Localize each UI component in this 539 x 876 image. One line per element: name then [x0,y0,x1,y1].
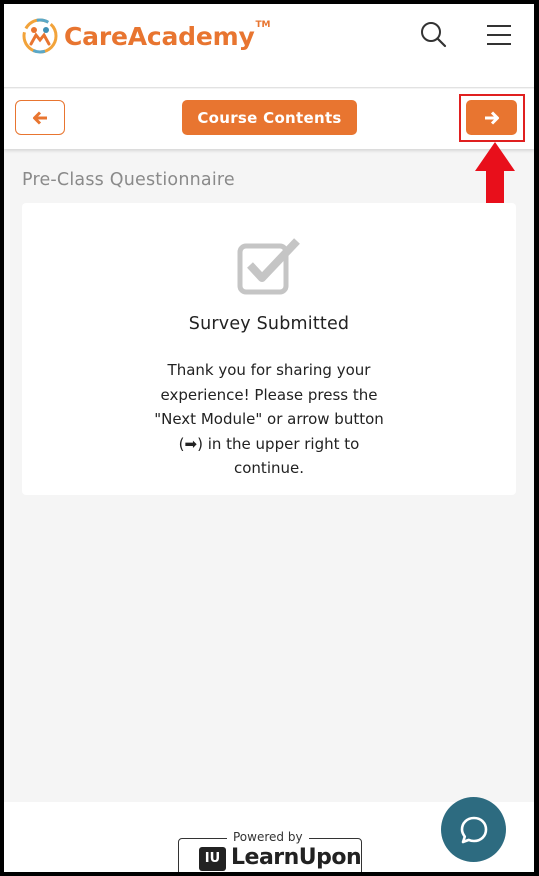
powered-by-badge[interactable]: Powered by IU LearnUpon [178,830,362,872]
brand-academy: Academy [127,21,255,51]
brand-name: CareAcademyTM [64,19,271,51]
search-icon[interactable] [418,20,448,50]
course-contents-button[interactable]: Course Contents [182,100,357,135]
page-title: Pre-Class Questionnaire [22,170,235,190]
next-button-highlight [459,94,525,142]
careacademy-logo-icon [22,18,58,54]
chat-button[interactable] [441,797,506,862]
brand-care: Care [64,21,128,51]
survey-instructions: Thank you for sharing your experience! P… [154,361,384,477]
up-arrow-annotation-icon [475,142,515,208]
learnupon-logo-icon: IU [199,847,226,871]
previous-button[interactable] [15,100,65,135]
survey-card: Survey Submitted Thank you for sharing y… [22,203,516,495]
brand-trademark: TM [255,19,271,30]
chat-bubble-icon [460,816,487,843]
arrow-left-icon [33,110,47,125]
checkbox-checked-icon [237,238,300,295]
learnupon-name: LearnUpon [231,845,362,870]
app-frame: CareAcademyTM Course Contents Pre-Class … [4,4,534,872]
course-toolbar: Course Contents [4,89,534,149]
survey-status-title: Survey Submitted [188,314,350,334]
menu-icon[interactable] [485,22,513,48]
header: CareAcademyTM [4,4,534,88]
brand-logo[interactable]: CareAcademyTM [22,16,270,56]
powered-by-label: Powered by [227,830,309,844]
